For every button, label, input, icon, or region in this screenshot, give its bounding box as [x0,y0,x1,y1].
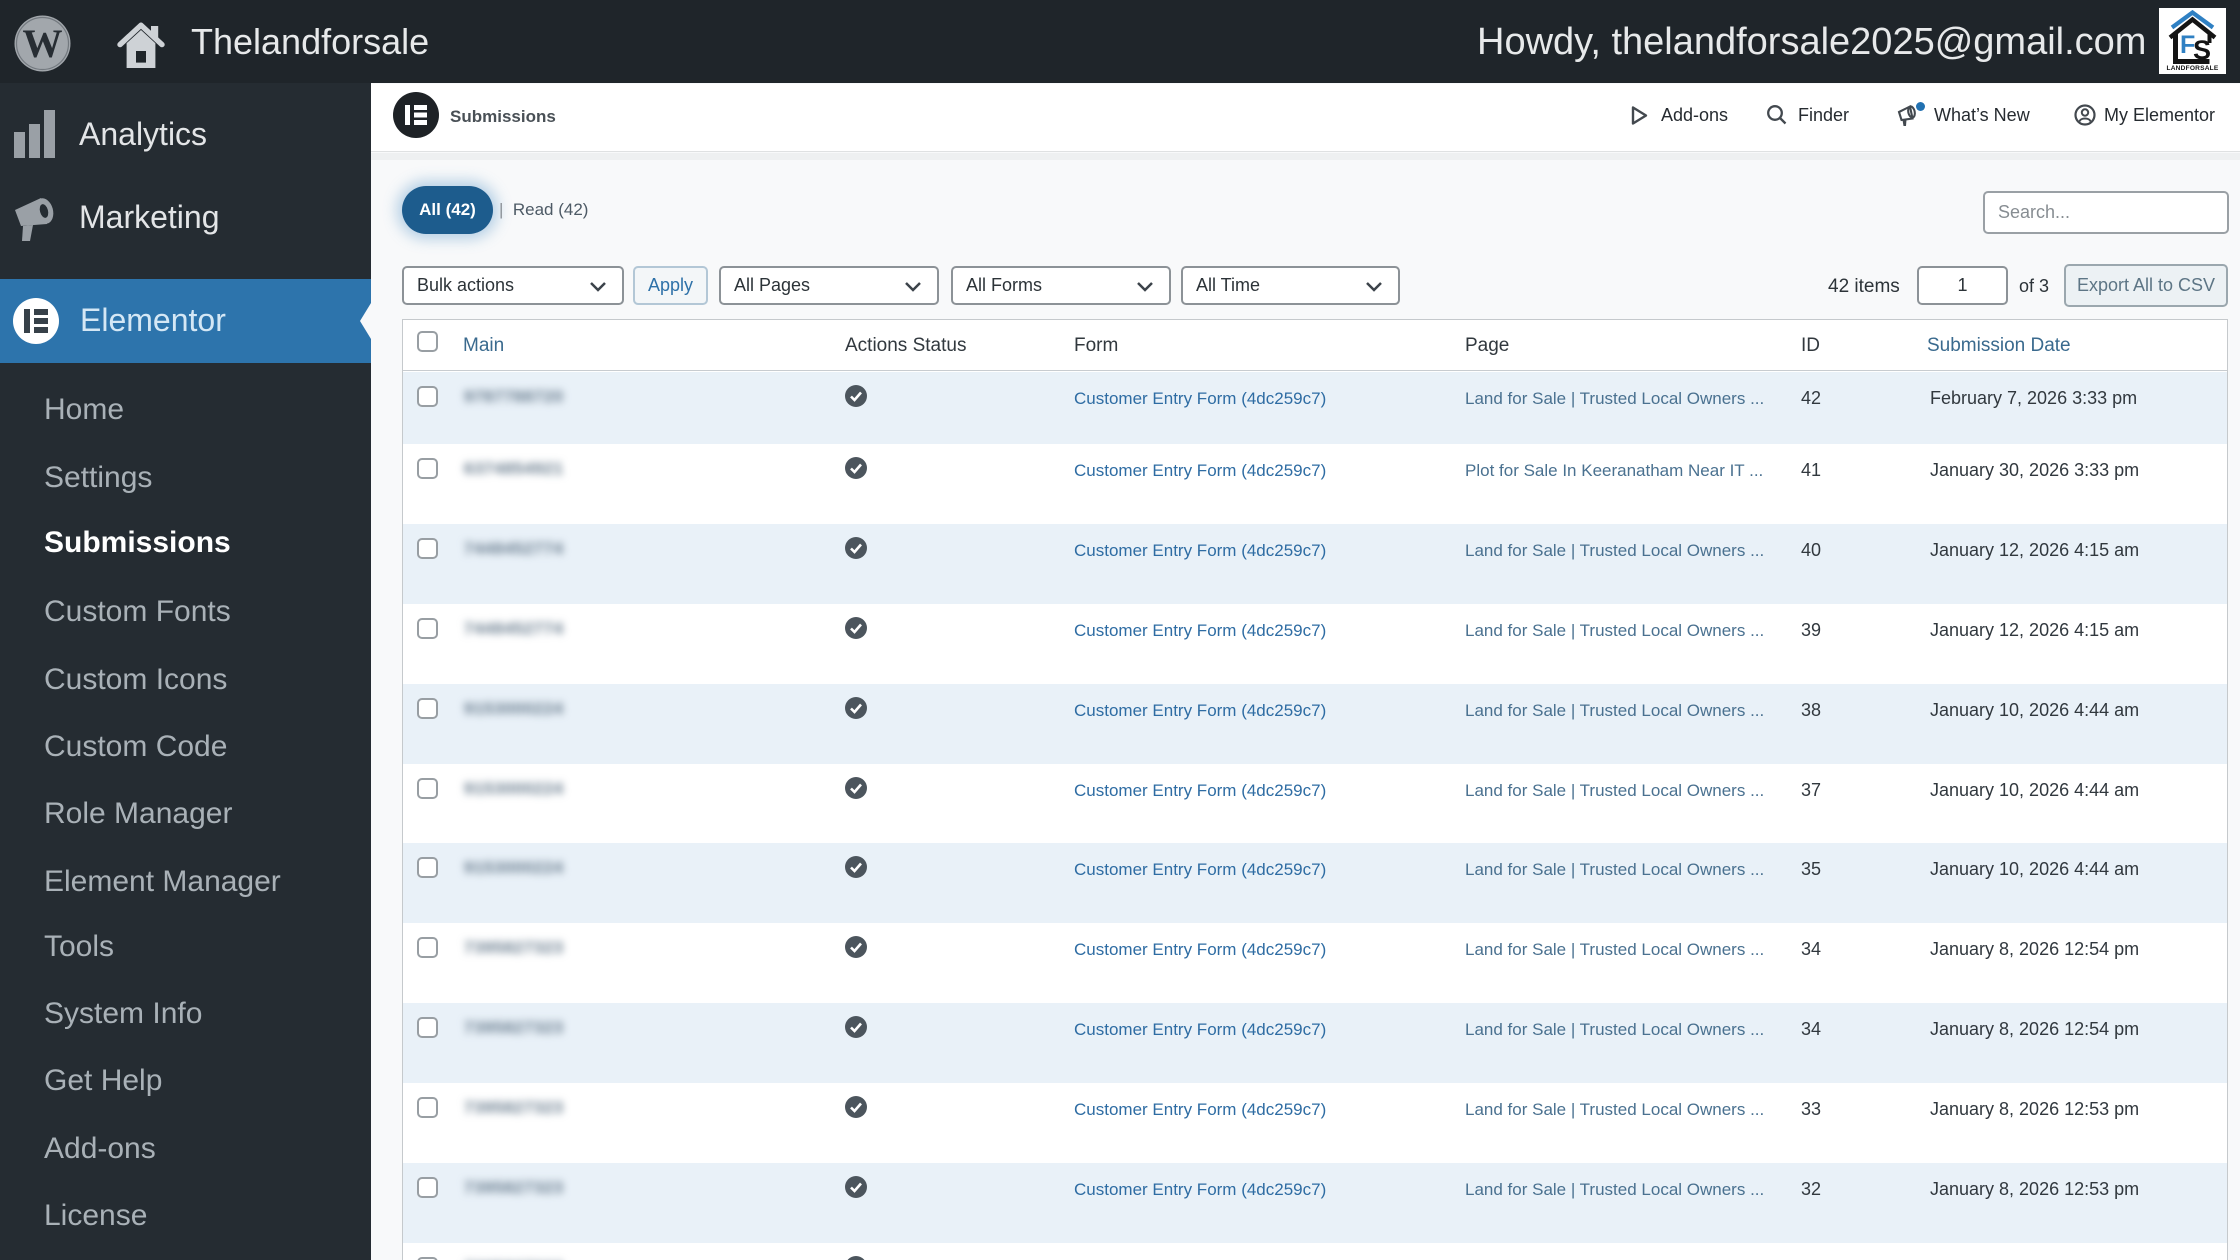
svg-text:S: S [2193,35,2211,65]
svg-text:W: W [23,21,63,66]
svg-text:LANDFORSALE: LANDFORSALE [2166,65,2218,72]
